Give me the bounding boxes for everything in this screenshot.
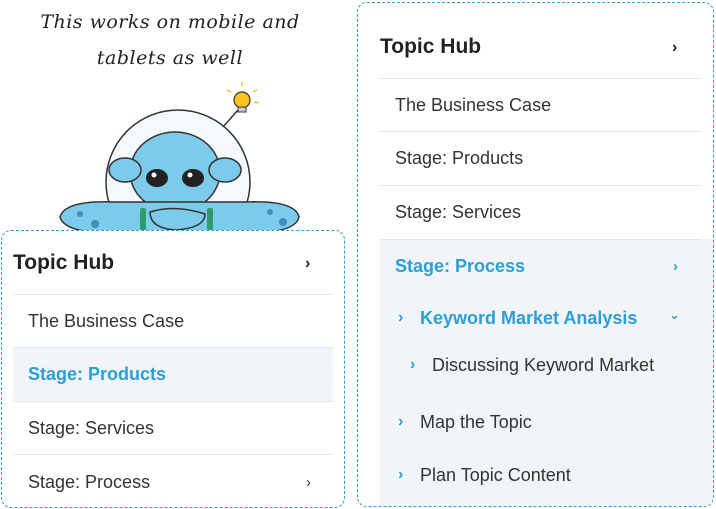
menu-item-stage-services[interactable]: Stage: Services	[380, 185, 700, 239]
menu-item-business-case[interactable]: The Business Case	[13, 294, 333, 348]
submenu-item-label: Discussing Keyword Market	[432, 354, 655, 375]
topic-hub-title[interactable]: Topic Hub	[380, 35, 481, 59]
topic-hub-menu-collapsed: Topic Hub › The Business Case Stage: Pro…	[1, 230, 345, 508]
topic-hub-menu-expanded: Topic Hub › The Business Case Stage: Pro…	[357, 2, 714, 507]
menu-item-stage-process[interactable]: Stage: Process ›	[13, 454, 333, 507]
menu-item-label: Stage: Services	[395, 202, 522, 222]
chevron-right-icon[interactable]: ›	[672, 39, 677, 57]
lightbulb-icon	[226, 82, 260, 113]
chevron-right-icon: ›	[410, 356, 416, 373]
submenu-item-keyword-market-analysis[interactable]: › Keyword Market Analysis ⌄	[398, 305, 698, 331]
submenu-item-discussing-keyword-market[interactable]: › Discussing Keyword Market	[410, 352, 710, 378]
mobile-caption: This works on mobile and tablets as well	[20, 4, 320, 76]
submenu-item-label: Plan Topic Content	[420, 464, 571, 485]
chevron-right-icon: ›	[398, 413, 404, 430]
topic-hub-title[interactable]: Topic Hub	[13, 251, 114, 275]
menu-item-label: Stage: Products	[395, 148, 524, 168]
menu-item-label: Stage: Products	[28, 364, 167, 384]
menu-item-stage-services[interactable]: Stage: Services	[13, 401, 333, 454]
menu-item-label: The Business Case	[28, 311, 185, 331]
alien-mascot	[59, 82, 300, 240]
submenu-item-label: Map the Topic	[420, 411, 532, 432]
chevron-right-icon[interactable]: ›	[305, 255, 310, 273]
menu-item-business-case[interactable]: The Business Case	[380, 78, 700, 131]
chevron-right-icon: ›	[398, 309, 404, 326]
menu-item-label: Stage: Services	[28, 417, 155, 438]
menu-item-label: Stage: Process	[28, 471, 151, 492]
chevron-right-icon: ›	[398, 466, 404, 483]
menu-item-stage-products[interactable]: Stage: Products	[13, 347, 333, 401]
submenu-item-plan-topic-content[interactable]: › Plan Topic Content	[398, 462, 698, 488]
chevron-right-icon: ›	[306, 473, 311, 491]
chevron-down-icon[interactable]: ⌄	[669, 307, 680, 323]
menu-item-label: The Business Case	[395, 94, 552, 115]
menu-item-stage-products[interactable]: Stage: Products	[380, 131, 700, 185]
caption-line-2: tablets as well	[96, 47, 244, 69]
caption-line-1: This works on mobile and	[40, 11, 300, 33]
chevron-right-icon: ›	[673, 257, 678, 275]
menu-item-stage-process[interactable]: Stage: Process ›	[380, 239, 700, 292]
submenu-item-label: Keyword Market Analysis	[420, 307, 638, 328]
menu-item-label: Stage: Process	[395, 255, 526, 276]
submenu-item-map-the-topic[interactable]: › Map the Topic	[398, 409, 698, 435]
